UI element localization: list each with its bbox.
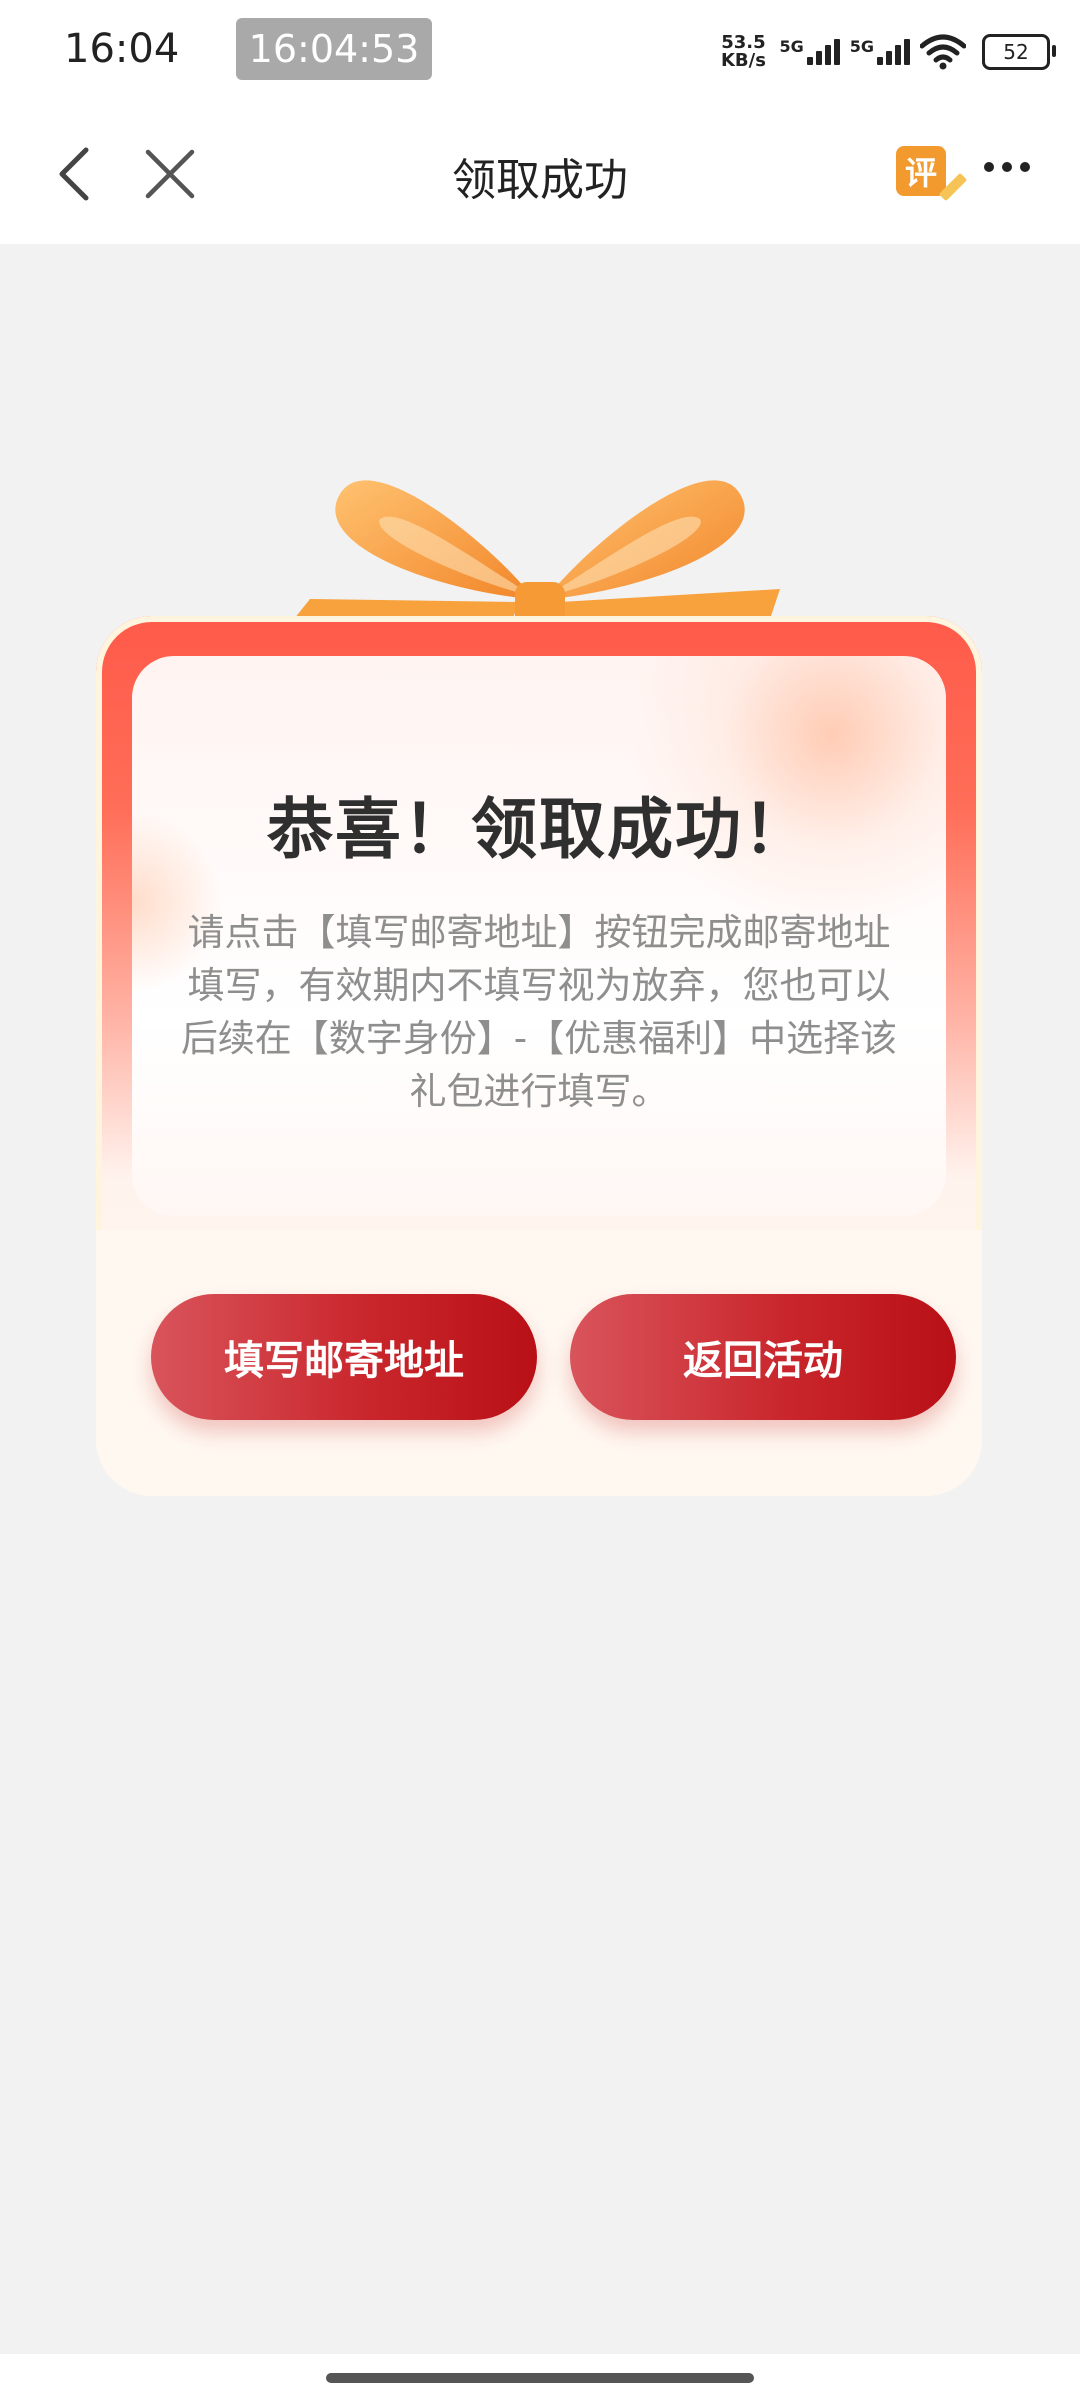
- network-speed: 53.5 KB/s: [717, 34, 769, 70]
- status-icons: 53.5 KB/s 5G 5G 52: [717, 28, 1056, 76]
- network-type-label: 5G: [779, 37, 804, 56]
- card-title: 恭喜！领取成功！: [267, 791, 811, 868]
- network-type-label: 5G: [849, 37, 874, 56]
- nav-bar: 领取成功 评: [0, 106, 1080, 244]
- card-description: 请点击【填写邮寄地址】按钮完成邮寄地址填写，有效期内不填写视为放弃，您也可以后续…: [180, 911, 898, 1113]
- home-indicator[interactable]: [326, 2373, 754, 2383]
- status-time: 16:04: [64, 26, 180, 72]
- card-content-panel: 恭喜！领取成功！ 请点击【填写邮寄地址】按钮完成邮寄地址填写，有效期内不填写视为…: [132, 656, 946, 1216]
- review-icon[interactable]: 评: [896, 146, 968, 202]
- clock-chip: 16:04:53: [236, 18, 432, 80]
- gift-card-area: 恭喜！领取成功！ 请点击【填写邮寄地址】按钮完成邮寄地址填写，有效期内不填写视为…: [0, 244, 1080, 1544]
- network-speed-unit: KB/s: [720, 50, 766, 71]
- battery-icon: 52: [982, 34, 1056, 70]
- status-bar: 16:04 16:04:53 53.5 KB/s 5G 5G 52: [0, 0, 1080, 106]
- card-notch: [459, 1230, 619, 1254]
- signal-icon-1: 5G: [779, 37, 840, 65]
- return-activity-button[interactable]: 返回活动: [570, 1294, 956, 1420]
- wifi-icon: [920, 34, 966, 70]
- gift-bow-icon: [290, 480, 780, 628]
- more-icon[interactable]: [984, 162, 1030, 172]
- review-label: 评: [904, 154, 937, 192]
- fill-address-button[interactable]: 填写邮寄地址: [151, 1294, 537, 1420]
- signal-icon-2: 5G: [849, 37, 910, 65]
